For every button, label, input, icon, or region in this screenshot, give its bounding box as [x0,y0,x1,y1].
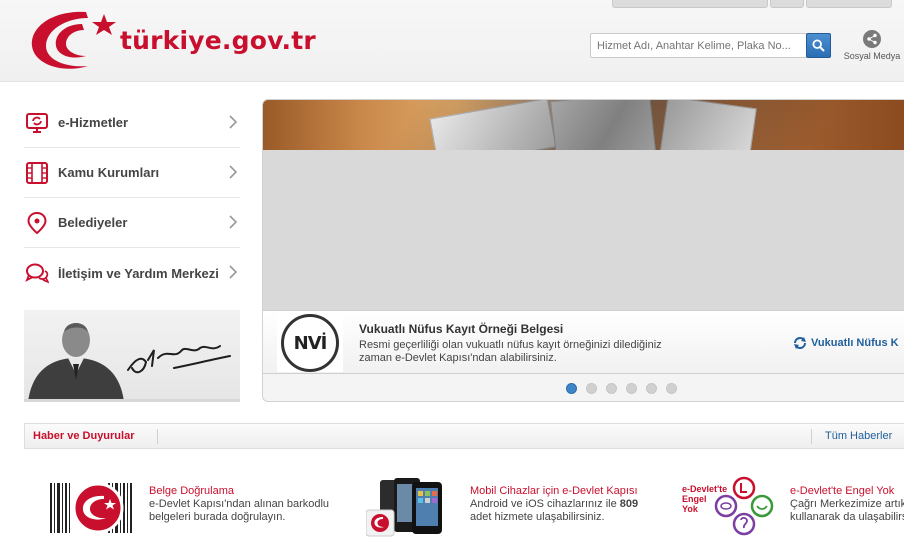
search-button[interactable] [806,33,831,58]
menu-item-belediyeler[interactable]: Belediyeler [24,198,240,248]
slider-dot[interactable] [586,383,597,394]
feature-title[interactable]: e-Devlet'te Engel Yok [790,485,894,497]
feature-description: adet hizmete ulaşabilirsiniz. [470,511,605,523]
main-menu: e-Hizmetler Kamu Kurumları Belediyeler İ… [24,98,240,298]
chevron-right-icon [229,115,238,129]
chevron-right-icon [229,165,238,179]
slide-link[interactable]: Vukuatlı Nüfus K [793,336,899,350]
menu-item-label: Belediyeler [58,215,128,230]
news-bar: Haber ve Duyurular Tüm Haberler [24,423,904,449]
ataturk-portrait [24,310,240,402]
search-input[interactable] [590,33,807,58]
news-title[interactable]: Haber ve Duyurular [33,430,134,442]
feature-engel-yok[interactable]: e-Devlet'te Engel Yok e-Devlet'te Engel … [682,476,904,546]
social-media-button[interactable]: Sosyal Medya [840,30,904,61]
feature-title[interactable]: Belge Doğrulama [149,485,234,497]
logo-icon[interactable] [26,4,126,76]
top-strip-tab[interactable] [806,0,892,8]
feature-description: e-Devlet Kapısı'ndan alınan barkodlu [149,498,330,510]
menu-item-kamu-kurumlari[interactable]: Kamu Kurumları [24,148,240,198]
banner-placeholder [263,150,904,310]
slide-title[interactable]: Vukuatlı Nüfus Kayıt Örneği Belgesi [359,322,563,336]
ataturk-portrait-image [28,323,231,399]
all-news-link[interactable]: Tüm Haberler [825,430,892,442]
feature-description: kullanarak da ulaşabilirs [790,511,904,523]
mobile-devices-icon [366,478,442,537]
feature-title[interactable]: Mobil Cihazlar için e-Devlet Kapısı [470,485,638,497]
hero-slider[interactable]: NVİ Vukuatlı Nüfus Kayıt Örneği Belgesi … [262,99,904,402]
search-icon [812,39,825,52]
feature-belge-dogrulama[interactable]: Belge Doğrulama e-Devlet Kapısı'ndan alı… [46,476,346,546]
slider-dot[interactable] [626,383,637,394]
slider-dot[interactable] [566,383,577,394]
chat-bubbles-icon [24,260,50,286]
slider-dot[interactable] [606,383,617,394]
feature-mobil[interactable]: Mobil Cihazlar için e-Devlet Kapısı Andr… [366,476,656,546]
barcode-icon [50,482,132,534]
share-icon [863,30,881,48]
menu-item-label: Kamu Kurumları [58,165,160,180]
menu-item-e-hizmetler[interactable]: e-Hizmetler [24,98,240,148]
divider [157,429,158,444]
site-header: türkiye.gov.tr Sosyal Medya [0,0,904,82]
feature-description: Android ve iOS cihazlarınız ile 809 [470,498,638,511]
site-name[interactable]: türkiye.gov.tr [120,26,316,55]
top-strip-tab[interactable] [612,0,768,8]
nvi-logo-text: NVİ [293,332,328,354]
slider-dot[interactable] [666,383,677,394]
slide-caption: NVİ Vukuatlı Nüfus Kayıt Örneği Belgesi … [263,310,904,374]
feature-description: Çağrı Merkezimize artık [790,498,904,510]
feature-description-text: Android ve iOS cihazlarınız ile [470,498,620,510]
menu-item-label: e-Hizmetler [58,115,129,130]
chevron-right-icon [229,215,238,229]
building-icon [24,160,50,186]
map-pin-icon [24,210,50,236]
banner-photo [263,100,904,150]
top-strip-tab[interactable] [770,0,804,8]
feature-description: belgeleri burada doğrulayın. [149,511,286,523]
monitor-icon [24,110,50,136]
menu-item-iletisim[interactable]: İletişim ve Yardım Merkezi [24,248,240,298]
slider-pagination [263,374,904,401]
divider [811,429,812,444]
accessibility-icons [714,476,774,536]
slide-description: Resmi geçerliliği olan vukuatlı nüfus ka… [359,339,662,364]
chevron-right-icon [229,265,238,279]
top-utility-strip [612,0,892,8]
social-media-label: Sosyal Medya [843,51,901,61]
nvi-logo: NVİ [277,314,343,372]
refresh-icon [794,337,806,349]
menu-item-label: İletişim ve Yardım Merkezi [58,265,219,281]
slider-dot[interactable] [646,383,657,394]
service-count: 809 [619,498,639,510]
slide-link-label: Vukuatlı Nüfus K [811,337,899,349]
